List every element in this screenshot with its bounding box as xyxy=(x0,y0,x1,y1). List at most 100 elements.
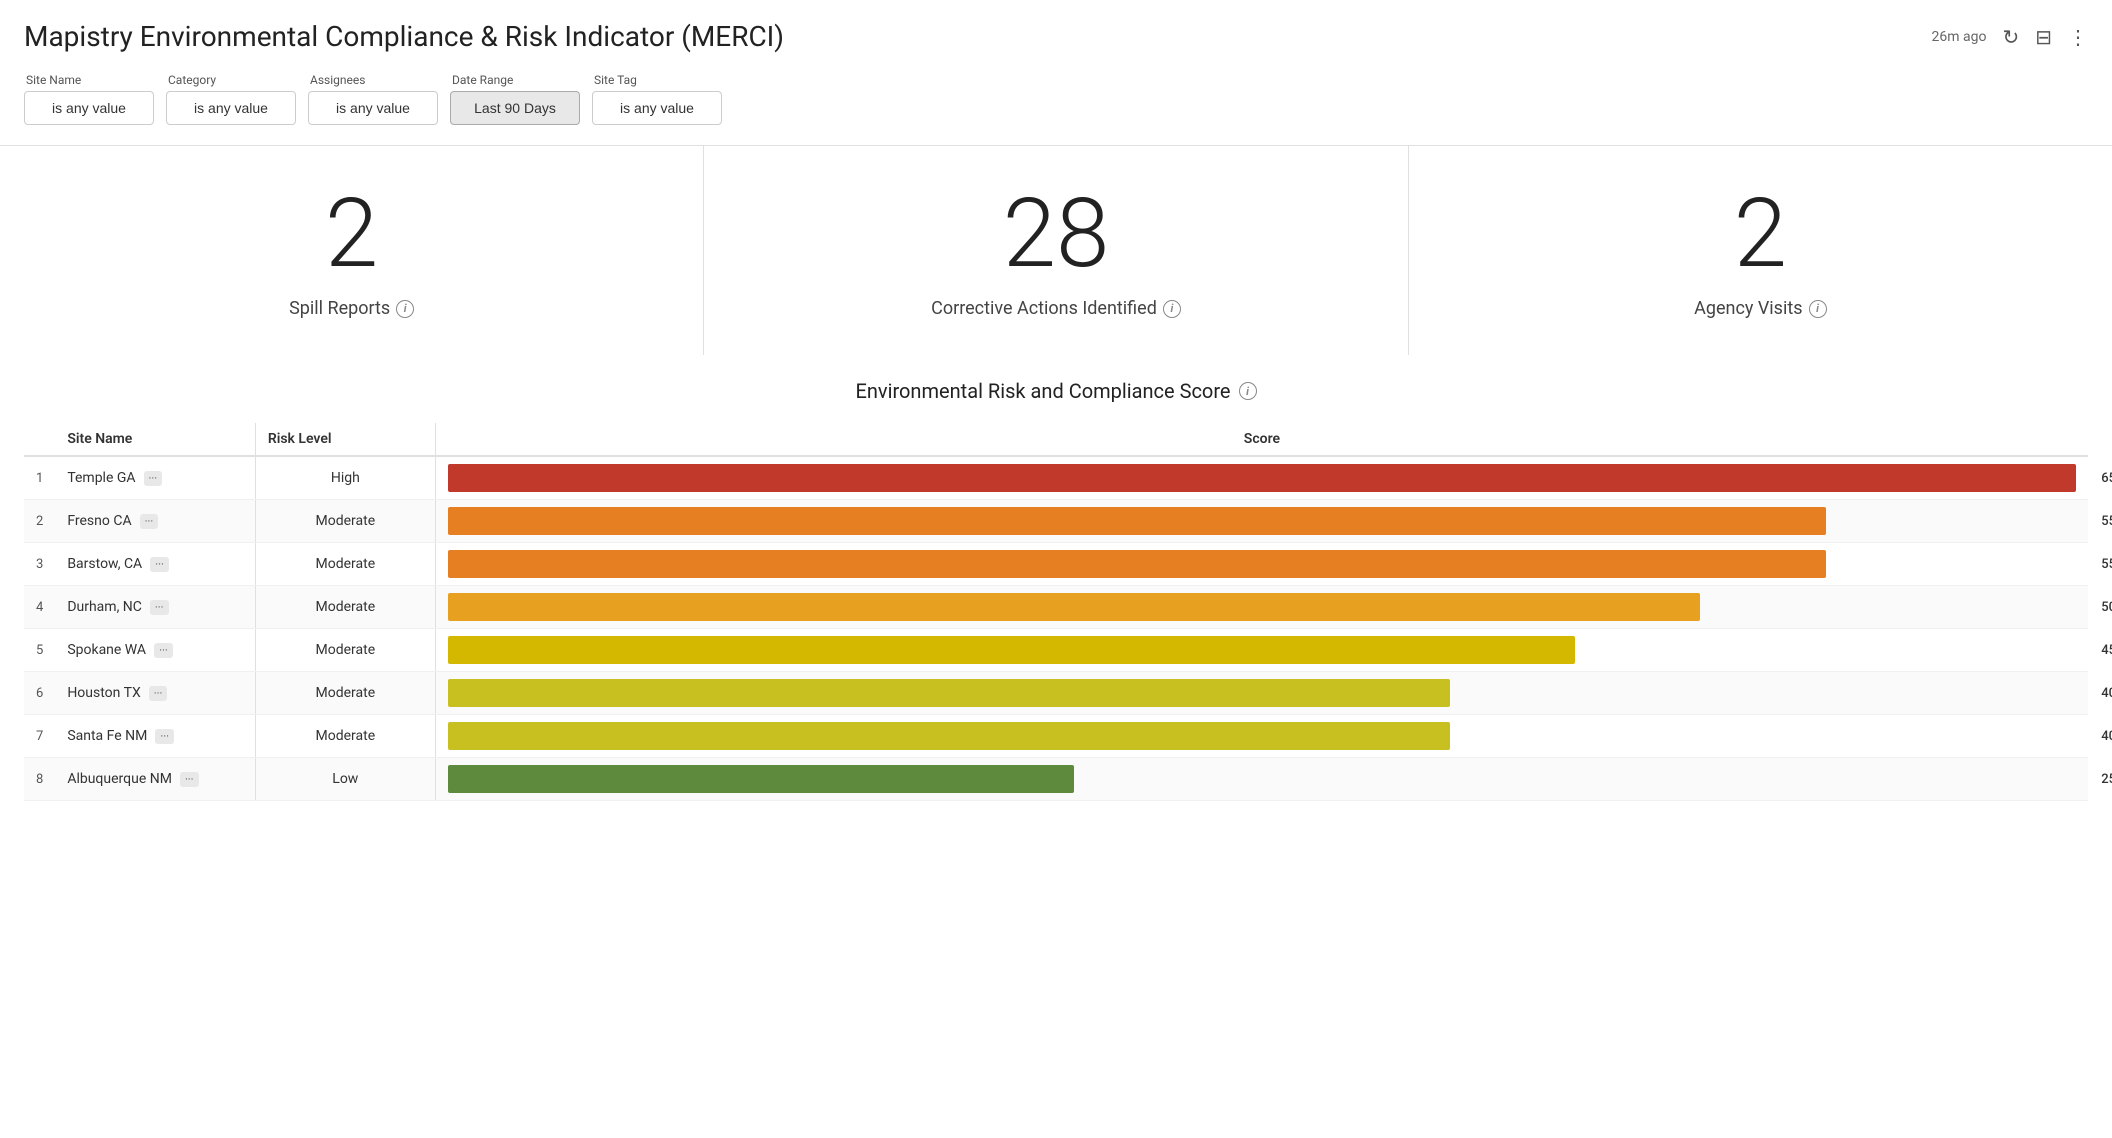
table-row: 8Albuquerque NM···Low25 xyxy=(24,758,2088,801)
stat-label-text-spill-reports: Spill Reports xyxy=(289,298,390,319)
table-row: 5Spokane WA···Moderate45 xyxy=(24,629,2088,672)
score-value: 25 xyxy=(2101,772,2112,787)
site-ellipsis-button[interactable]: ··· xyxy=(154,643,173,658)
row-score-cell: 40 xyxy=(435,715,2088,758)
filter-btn-date-range[interactable]: Last 90 Days xyxy=(450,91,580,125)
row-site-name: Barstow, CA··· xyxy=(55,543,255,586)
site-ellipsis-button[interactable]: ··· xyxy=(140,514,159,529)
stat-info-icon-agency-visits[interactable]: i xyxy=(1809,300,1827,318)
stat-label-text-corrective-actions: Corrective Actions Identified xyxy=(931,298,1157,319)
score-bar xyxy=(448,636,1575,664)
risk-table-header: Site Name Risk Level Score xyxy=(24,423,2088,456)
row-rank: 3 xyxy=(24,543,55,586)
site-name-text: Fresno CA xyxy=(67,513,131,529)
row-site-name: Santa Fe NM··· xyxy=(55,715,255,758)
filter-label-assignees: Assignees xyxy=(308,73,438,87)
score-bar xyxy=(448,550,1826,578)
filter-label-site-tag: Site Tag xyxy=(592,73,722,87)
risk-section-info-icon[interactable]: i xyxy=(1239,382,1257,400)
score-bar-container: 40 xyxy=(448,722,2076,750)
score-bar xyxy=(448,507,1826,535)
score-value: 40 xyxy=(2101,729,2112,744)
filter-btn-site-tag[interactable]: is any value xyxy=(592,91,722,125)
row-score-cell: 25 xyxy=(435,758,2088,801)
score-value: 45 xyxy=(2101,643,2112,658)
row-site-name: Fresno CA ··· xyxy=(55,500,255,543)
score-bar-container: 55 xyxy=(448,550,2076,578)
filter-group-site-name: Site Nameis any value xyxy=(24,73,154,125)
stat-info-icon-corrective-actions[interactable]: i xyxy=(1163,300,1181,318)
last-updated-text: 26m ago xyxy=(1932,29,1987,45)
score-bar xyxy=(448,593,1700,621)
filter-group-date-range: Date RangeLast 90 Days xyxy=(450,73,580,125)
score-bar xyxy=(448,722,1450,750)
site-ellipsis-button[interactable]: ··· xyxy=(149,686,168,701)
site-name-text: Spokane WA xyxy=(67,642,146,658)
score-value: 40 xyxy=(2101,686,2112,701)
table-row: 3Barstow, CA···Moderate 55 xyxy=(24,543,2088,586)
site-ellipsis-button[interactable]: ··· xyxy=(150,557,169,572)
row-risk-level: Moderate xyxy=(255,543,435,586)
score-bar xyxy=(448,765,1074,793)
table-row: 7Santa Fe NM···Moderate40 xyxy=(24,715,2088,758)
filter-btn-category[interactable]: is any value xyxy=(166,91,296,125)
score-value: 55 xyxy=(2101,557,2112,572)
filter-group-category: Categoryis any value xyxy=(166,73,296,125)
site-name-text: Temple GA xyxy=(67,470,135,486)
risk-table-body: 1 Temple GA ··· High 65 2 Fresno CA ··· Moderate… xyxy=(24,456,2088,801)
stat-number-agency-visits: 2 xyxy=(1734,186,1787,282)
stat-card-corrective-actions: 28 Corrective Actions Identified i xyxy=(704,146,1408,355)
site-name-text: Albuquerque NM xyxy=(67,771,172,787)
stat-info-icon-spill-reports[interactable]: i xyxy=(396,300,414,318)
score-value: 65 xyxy=(2101,471,2112,486)
site-ellipsis-button[interactable]: ··· xyxy=(144,471,163,486)
row-rank: 1 xyxy=(24,456,55,500)
score-col-header: Score xyxy=(435,423,2088,456)
table-row: 2Fresno CA···Moderate55 xyxy=(24,500,2088,543)
refresh-icon[interactable]: ↻ xyxy=(2002,25,2019,49)
header: Mapistry Environmental Compliance & Risk… xyxy=(0,0,2112,65)
site-ellipsis-button[interactable]: ··· xyxy=(150,600,169,615)
row-rank: 2 xyxy=(24,500,55,543)
score-value: 50 xyxy=(2101,600,2112,615)
site-name-text: Houston TX xyxy=(67,685,140,701)
row-risk-level: Moderate xyxy=(255,586,435,629)
score-value: 55 xyxy=(2101,514,2112,529)
score-bar-container: 65 xyxy=(448,464,2076,492)
table-row: 1 Temple GA ··· High 65 xyxy=(24,456,2088,500)
rank-col-header xyxy=(24,423,55,456)
row-score-cell: 40 xyxy=(435,672,2088,715)
stat-label-corrective-actions: Corrective Actions Identified i xyxy=(931,298,1181,319)
site-name-text: Durham, NC xyxy=(67,599,142,615)
site-name-col-header: Site Name xyxy=(55,423,255,456)
row-score-cell: 45 xyxy=(435,629,2088,672)
row-score-cell: 55 xyxy=(435,543,2088,586)
row-risk-level: High xyxy=(255,456,435,500)
filter-group-assignees: Assignees is any value xyxy=(308,73,438,125)
row-rank: 5 xyxy=(24,629,55,672)
row-site-name: Spokane WA ··· xyxy=(55,629,255,672)
stat-number-corrective-actions: 28 xyxy=(1003,186,1110,282)
row-risk-level: Moderate xyxy=(255,500,435,543)
site-ellipsis-button[interactable]: ··· xyxy=(155,729,174,744)
score-bar-container: 45 xyxy=(448,636,2076,664)
filter-btn-assignees[interactable]: is any value xyxy=(308,91,438,125)
risk-section-title: Environmental Risk and Compliance Score … xyxy=(24,379,2088,403)
filter-group-site-tag: Site Tag is any value xyxy=(592,73,722,125)
stat-label-agency-visits: Agency Visitsi xyxy=(1694,298,1826,319)
stats-row: 2 Spill Reports i 28 Corrective Actions Iden… xyxy=(0,145,2112,355)
table-row: 6Houston TX···Moderate40 xyxy=(24,672,2088,715)
row-risk-level: Moderate xyxy=(255,672,435,715)
score-bar-container: 40 xyxy=(448,679,2076,707)
risk-table: Site Name Risk Level Score 1 Temple GA ···… xyxy=(24,423,2088,801)
row-site-name: Temple GA ··· xyxy=(55,456,255,500)
filter-icon[interactable]: ⊟ xyxy=(2035,25,2052,49)
row-rank: 7 xyxy=(24,715,55,758)
filter-btn-site-name[interactable]: is any value xyxy=(24,91,154,125)
filters-bar: Site Nameis any valueCategoryis any valu… xyxy=(0,65,2112,141)
more-options-icon[interactable]: ⋮ xyxy=(2068,25,2088,49)
score-bar xyxy=(448,464,2076,492)
row-score-cell: 65 xyxy=(435,456,2088,500)
site-ellipsis-button[interactable]: ··· xyxy=(180,772,199,787)
row-site-name: Houston TX ··· xyxy=(55,672,255,715)
